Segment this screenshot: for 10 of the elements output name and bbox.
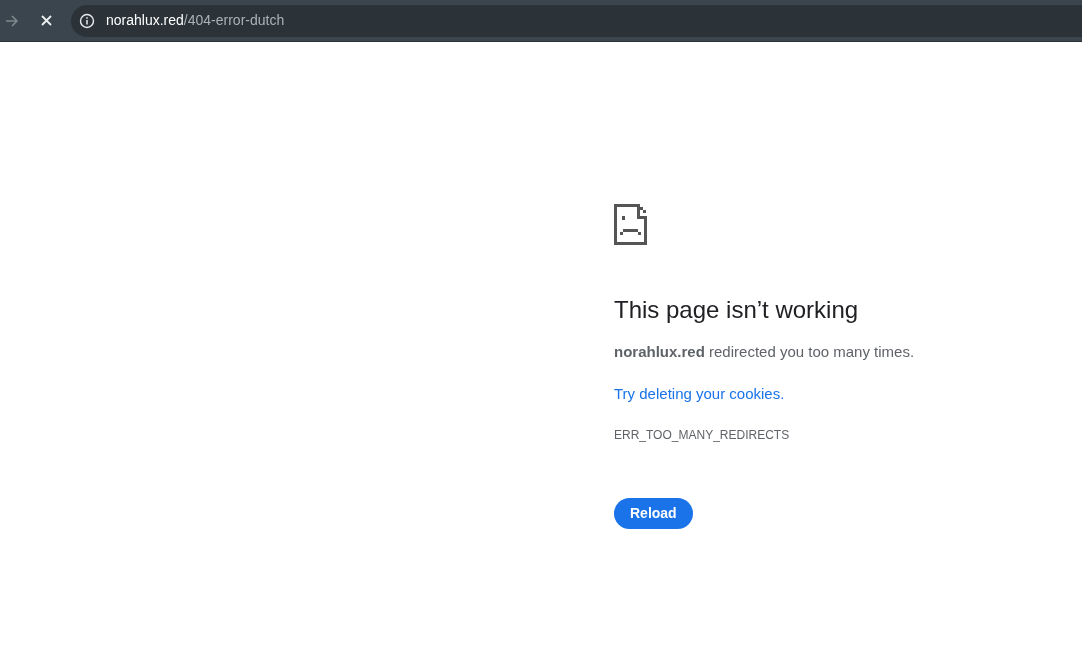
url-text: norahlux.red/404-error-dutch <box>106 11 285 30</box>
delete-cookies-link[interactable]: Try deleting your cookies. <box>614 382 785 405</box>
reload-button[interactable]: Reload <box>614 498 693 529</box>
error-code: ERR_TOO_MANY_REDIRECTS <box>614 427 790 444</box>
close-icon[interactable] <box>41 15 52 26</box>
address-bar[interactable]: norahlux.red/404-error-dutch <box>71 4 1082 37</box>
info-icon[interactable] <box>79 12 95 29</box>
sad-page-icon <box>614 204 647 245</box>
error-title: This page isn’t working <box>614 295 859 325</box>
error-message: norahlux.red redirected you too many times. <box>614 342 915 362</box>
